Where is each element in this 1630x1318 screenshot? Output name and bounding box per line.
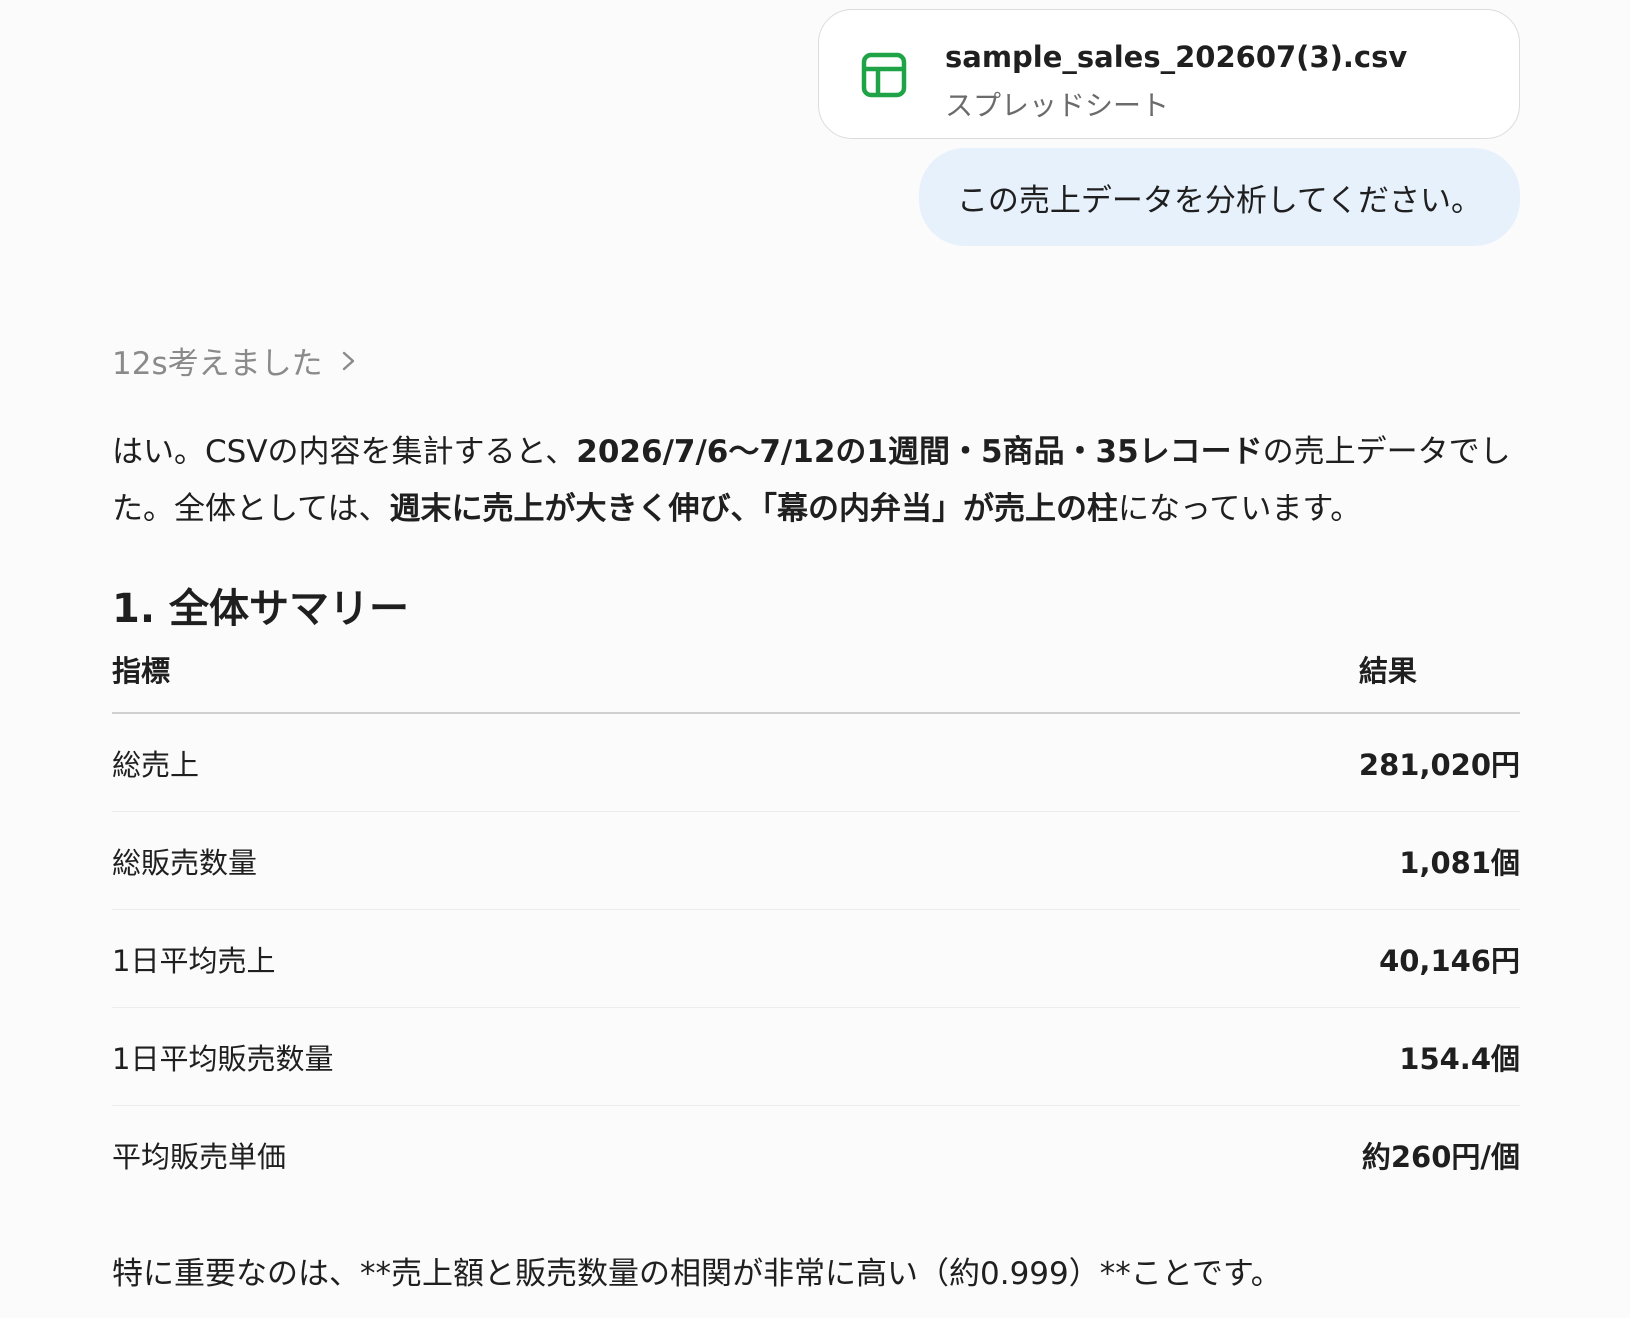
file-attachment-card[interactable]: sample_sales_202607(3).csv スプレッドシート (818, 9, 1520, 139)
row-value: 約260円/個 (1361, 1139, 1520, 1174)
table-row: 平均販売単価 約260円/個 (112, 1106, 1520, 1204)
table-row: 総販売数量 1,081個 (112, 811, 1520, 910)
response-intro-paragraph: はい。CSVの内容を集計すると、2026/7/6〜7/12の1週間・5商品・35… (112, 424, 1517, 538)
row-value: 154.4個 (1358, 1007, 1520, 1106)
row-value: 281,020円 (1358, 713, 1520, 812)
intro-bold-1: 2026/7/6〜7/12の1週間・5商品・35レコード (576, 434, 1263, 470)
row-metric: 総売上 (112, 713, 1359, 812)
header-result: 結果 (1358, 648, 1520, 714)
table-header-row: 指標 結果 (112, 648, 1520, 714)
summary-table: 指標 結果 総売上 281,020円 総販売数量 1,081個 1日平均売上 4… (112, 648, 1520, 1203)
table-row: 1日平均売上 40,146円 (112, 909, 1520, 1008)
analysis-note: 特に重要なのは、**売上額と販売数量の相関が非常に高い（約0.999）**ことで… (112, 1256, 1282, 1292)
intro-text-1: はい。CSVの内容を集計すると、 (112, 434, 577, 470)
row-value: 1,081個 (1358, 811, 1520, 910)
row-value: 40,146円 (1358, 909, 1520, 1008)
row-metric: 1日平均販売数量 (112, 1007, 1359, 1106)
intro-bold-2: 週末に売上が大きく伸び、「幕の内弁当」が売上の柱 (389, 491, 1118, 527)
row-metric: 1日平均売上 (112, 909, 1359, 1008)
intro-text-3: になっています。 (1117, 491, 1362, 527)
section-heading: 1. 全体サマリー (112, 586, 409, 632)
row-metric: 平均販売単価 (112, 1139, 287, 1174)
thinking-toggle[interactable]: 12s考えました (112, 338, 359, 383)
spreadsheet-icon (861, 52, 907, 98)
table-row: 1日平均販売数量 154.4個 (112, 1007, 1520, 1106)
row-metric: 総販売数量 (112, 811, 1359, 910)
thinking-label: 12s考えました (112, 346, 323, 382)
header-metric: 指標 (112, 648, 1359, 714)
table-row: 総売上 281,020円 (112, 713, 1520, 812)
file-type-label: スプレッドシート (945, 89, 1170, 122)
file-name: sample_sales_202607(3).csv (945, 40, 1408, 74)
chevron-right-icon (342, 351, 354, 370)
user-message-bubble: この売上データを分析してください。 (918, 148, 1520, 246)
user-message-text: この売上データを分析してください。 (956, 182, 1482, 219)
